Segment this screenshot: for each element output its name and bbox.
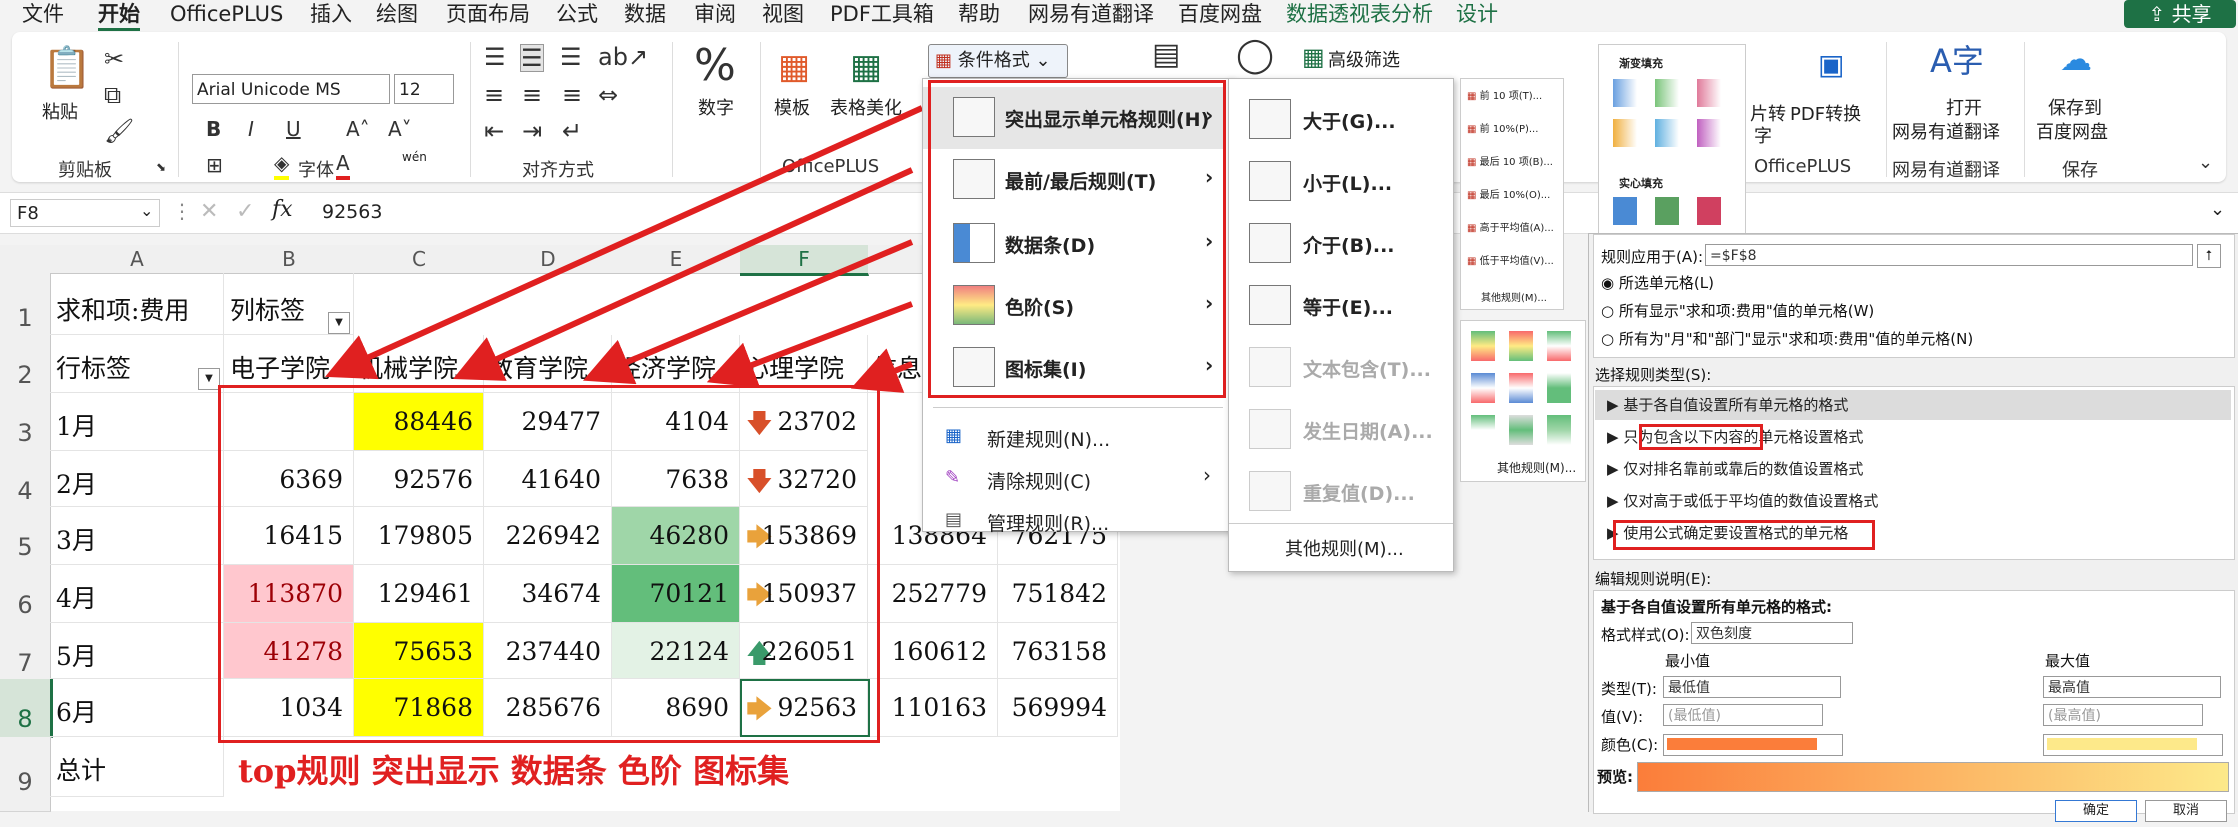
- min-value-input[interactable]: (最低值): [1663, 704, 1823, 726]
- edit-description-label: 编辑规则说明(E):: [1595, 570, 1712, 588]
- format-style-label: 格式样式(O):: [1601, 626, 1690, 644]
- thumb-top-item: ▦ 前 10%(P)...: [1467, 124, 1539, 135]
- equal-to-icon: [1249, 285, 1291, 325]
- between-icon: [1249, 223, 1291, 263]
- min-value-header: 最小值: [1665, 652, 1711, 670]
- thumb-top-item: ▦ 前 10 项(T)...: [1467, 91, 1543, 102]
- greater-than-icon: [1249, 99, 1291, 139]
- ok-button[interactable]: 确定: [2055, 800, 2137, 822]
- collapse-range-icon[interactable]: ⭡: [2197, 244, 2221, 268]
- data-bars-thumbnail: 渐变填充 实心填充: [1598, 44, 1746, 240]
- top-rule-icon: ▦: [1467, 124, 1480, 135]
- color-scale-swatch: [1547, 331, 1571, 361]
- type-label: 类型(T):: [1601, 680, 1657, 698]
- data-bar-swatch: [1613, 79, 1637, 107]
- new-rule-icon: ▦: [945, 425, 963, 446]
- top-rule-icon: ▦: [1467, 190, 1480, 201]
- submenu-item-greater-than[interactable]: 大于(G)...: [1229, 87, 1453, 149]
- submenu-item-duplicate-values[interactable]: 重复值(D)...: [1229, 459, 1453, 521]
- submenu-item-between[interactable]: 介于(B)...: [1229, 211, 1453, 273]
- data-bar-swatch: [1655, 79, 1679, 107]
- format-style-select[interactable]: 双色刻度: [1691, 622, 1853, 644]
- thumb-top-item: ▦ 低于平均值(V)...: [1467, 256, 1554, 267]
- menu-item-manage-rules[interactable]: ▤ 管理规则(R)...: [923, 499, 1223, 541]
- color-scale-swatch: [1547, 373, 1571, 403]
- top-rule-icon: ▦: [1467, 91, 1480, 102]
- color-scale-swatch: [1471, 373, 1495, 403]
- radio-icon: ○: [1601, 330, 1619, 348]
- data-bar-swatch: [1613, 119, 1637, 147]
- rule-type-item[interactable]: ▶ 仅对高于或低于平均值的数值设置格式: [1595, 486, 2231, 516]
- max-value-header: 最大值: [2045, 652, 2091, 670]
- color-scale-swatch: [1509, 373, 1533, 403]
- arrow-colorscale: [706, 301, 914, 388]
- text-contains-icon: [1249, 347, 1291, 387]
- solid-bar-swatch: [1613, 197, 1637, 225]
- top-rule-icon: ▦: [1467, 157, 1480, 168]
- thumb-top-item: ▦ 最后 10 项(B)...: [1467, 157, 1553, 168]
- data-bar-swatch: [1697, 119, 1721, 147]
- rule-type-highlight-box: [1639, 424, 1763, 450]
- top-rule-icon: ▦: [1467, 256, 1480, 267]
- solid-bar-swatch: [1697, 197, 1721, 225]
- radio-month-dept-cells[interactable]: ○ 所有为"月"和"部门"显示"求和项:费用"值的单元格(N): [1601, 328, 1973, 349]
- min-type-select[interactable]: 最低值: [1663, 676, 1841, 698]
- color-scale-swatch: [1509, 331, 1533, 361]
- top-rule-icon: ▦: [1467, 223, 1480, 234]
- preview-label: 预览:: [1597, 768, 1633, 786]
- value-label: 值(V):: [1601, 708, 1644, 726]
- submenu-item-equal-to[interactable]: 等于(E)...: [1229, 273, 1453, 335]
- radio-all-cells[interactable]: ○ 所有显示"求和项:费用"值的单元格(W): [1601, 300, 1874, 321]
- radio-icon: ○: [1601, 302, 1619, 320]
- cancel-button[interactable]: 取消: [2145, 800, 2227, 822]
- rule-type-item[interactable]: ▶ 基于各自值设置所有单元格的格式: [1595, 390, 2231, 420]
- submenu-item-text-contains[interactable]: 文本包含(T)...: [1229, 335, 1453, 397]
- submenu-item-date-occurring[interactable]: 发生日期(A)...: [1229, 397, 1453, 459]
- apply-to-input[interactable]: =$F$8: [1705, 244, 2193, 266]
- apply-to-label: 规则应用于(A):: [1601, 248, 1704, 266]
- color-label: 颜色(C):: [1601, 736, 1659, 754]
- clear-rules-icon: ✎: [945, 467, 961, 488]
- max-color-picker[interactable]: [2043, 734, 2223, 756]
- min-color-picker[interactable]: [1663, 734, 1843, 756]
- radio-checked-icon: ◉: [1601, 274, 1619, 292]
- data-bar-swatch: [1697, 79, 1721, 107]
- thumb-more-rules: 其他规则(M)...: [1481, 293, 1547, 304]
- solid-fill-label: 实心填充: [1619, 177, 1663, 190]
- manage-rules-icon: ▤: [945, 509, 963, 530]
- thumb-top-item: ▦ 高于平均值(A)...: [1467, 223, 1554, 234]
- max-type-select[interactable]: 最高值: [2043, 676, 2221, 698]
- formula-rule-highlight-box: [1613, 520, 1875, 550]
- description-title: 基于各自值设置所有单元格的格式:: [1601, 598, 1833, 616]
- gradient-fill-label: 渐变填充: [1619, 57, 1663, 70]
- menu-item-clear-rules[interactable]: ✎ 清除规则(C) ›: [923, 457, 1223, 499]
- color-scale-swatch: [1547, 415, 1571, 445]
- rule-type-item[interactable]: ▶ 仅对排名靠前或靠后的数值设置格式: [1595, 454, 2231, 484]
- new-format-rule-dialog: 规则应用于(A): =$F$8 ⭡ ◉ 所选单元格(L) ○ 所有显示"求和项:…: [1588, 233, 2238, 822]
- arrow-databar: [582, 239, 914, 385]
- chevron-right-icon: ›: [1203, 463, 1211, 487]
- color-scale-preview: [1637, 762, 2229, 792]
- arrow-iconset: [850, 348, 914, 393]
- top-rules-thumbnail: ▦ 前 10 项(T)... ▦ 前 10%(P)... ▦ 最后 10 项(B).…: [1460, 78, 1564, 310]
- radio-selected-cells[interactable]: ◉ 所选单元格(L): [1601, 272, 1714, 293]
- thumb-top-item: ▦ 最后 10%(O)...: [1467, 190, 1551, 201]
- color-scale-swatch: [1471, 415, 1495, 445]
- thumb-more-rules-2: 其他规则(M)...: [1497, 461, 1577, 475]
- max-value-input[interactable]: (最高值): [2043, 704, 2203, 726]
- solid-bar-swatch: [1655, 197, 1679, 225]
- duplicate-values-icon: [1249, 471, 1291, 511]
- highlight-rules-submenu: 大于(G)... 小于(L)... 介于(B)... 等于(E)... 文本包含…: [1228, 78, 1454, 572]
- color-scale-swatch: [1509, 415, 1533, 445]
- color-scales-thumbnail: 其他规则(M)...: [1460, 320, 1586, 482]
- menu-item-new-rule[interactable]: ▦ 新建规则(N)...: [923, 415, 1223, 457]
- data-bar-swatch: [1655, 119, 1679, 147]
- submenu-item-less-than[interactable]: 小于(L)...: [1229, 149, 1453, 211]
- date-occurring-icon: [1249, 409, 1291, 449]
- submenu-item-more-rules[interactable]: 其他规则(M)...: [1285, 535, 1404, 561]
- select-rule-type-label: 选择规则类型(S):: [1595, 366, 1712, 384]
- cf-menu-highlight-box: [928, 80, 1226, 398]
- color-scale-swatch: [1471, 331, 1495, 361]
- less-than-icon: [1249, 161, 1291, 201]
